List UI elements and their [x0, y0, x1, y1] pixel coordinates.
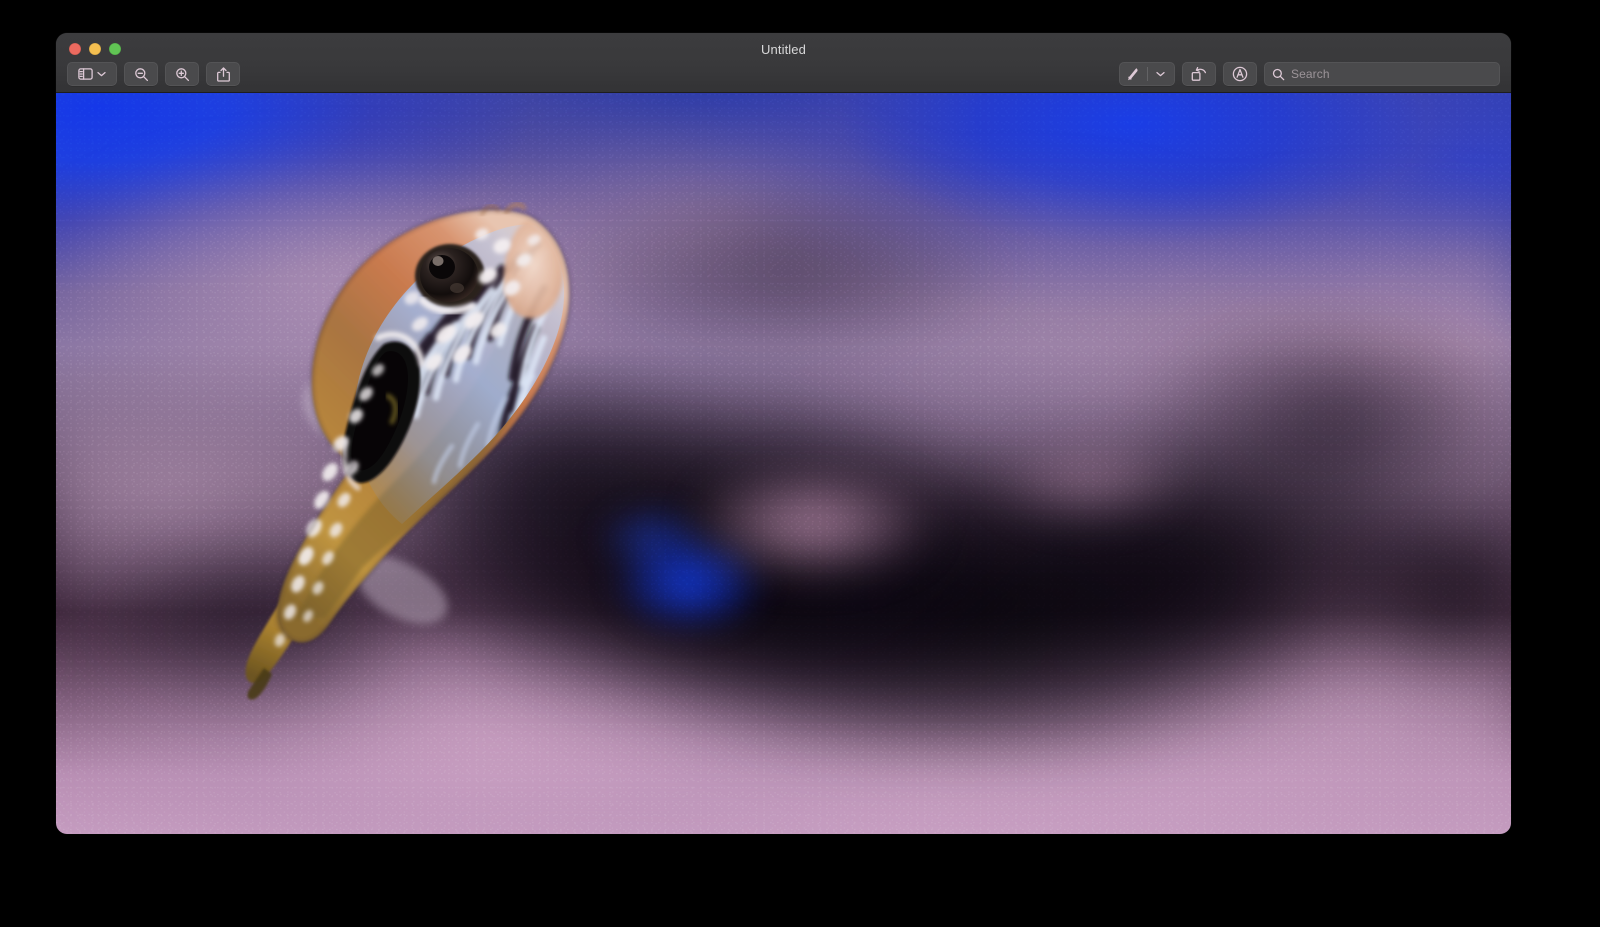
magnifier-plus-icon: [175, 67, 190, 82]
annotate-circle-icon: [1232, 66, 1248, 82]
toolbar-right-group: Search: [1119, 62, 1500, 86]
photo-subject-wrapper: [56, 93, 1511, 834]
rotate-left-button[interactable]: [1182, 62, 1216, 86]
window-title: Untitled: [56, 42, 1511, 57]
chevron-down-icon: [1156, 71, 1165, 77]
maximize-window-button[interactable]: [109, 43, 121, 55]
pen-icon: [1126, 67, 1140, 82]
pufferfish-illustration: [206, 148, 626, 768]
desktop-background: Untitled: [0, 0, 1600, 927]
share-button[interactable]: [206, 62, 240, 86]
close-window-button[interactable]: [69, 43, 81, 55]
search-placeholder: Search: [1291, 67, 1330, 81]
window-traffic-lights: [69, 43, 121, 55]
sidebar-icon: [78, 68, 93, 80]
image-canvas[interactable]: [56, 93, 1511, 834]
sidebar-toggle-button[interactable]: [67, 62, 117, 86]
zoom-in-button[interactable]: [165, 62, 199, 86]
chevron-down-icon: [97, 71, 106, 77]
preview-window: Untitled: [56, 33, 1511, 834]
magnifier-minus-icon: [134, 67, 149, 82]
markup-toolbar-group: [1119, 62, 1175, 86]
minimize-window-button[interactable]: [89, 43, 101, 55]
window-titlebar: Untitled: [56, 33, 1511, 93]
markup-options-button[interactable]: [1147, 63, 1174, 85]
zoom-out-button[interactable]: [124, 62, 158, 86]
annotate-button[interactable]: [1223, 62, 1257, 86]
share-icon: [217, 67, 230, 82]
search-field[interactable]: Search: [1264, 62, 1500, 86]
markup-button[interactable]: [1120, 63, 1147, 85]
toolbar-left-group: [67, 62, 240, 86]
rotate-left-icon: [1191, 67, 1207, 82]
search-icon: [1272, 68, 1285, 81]
